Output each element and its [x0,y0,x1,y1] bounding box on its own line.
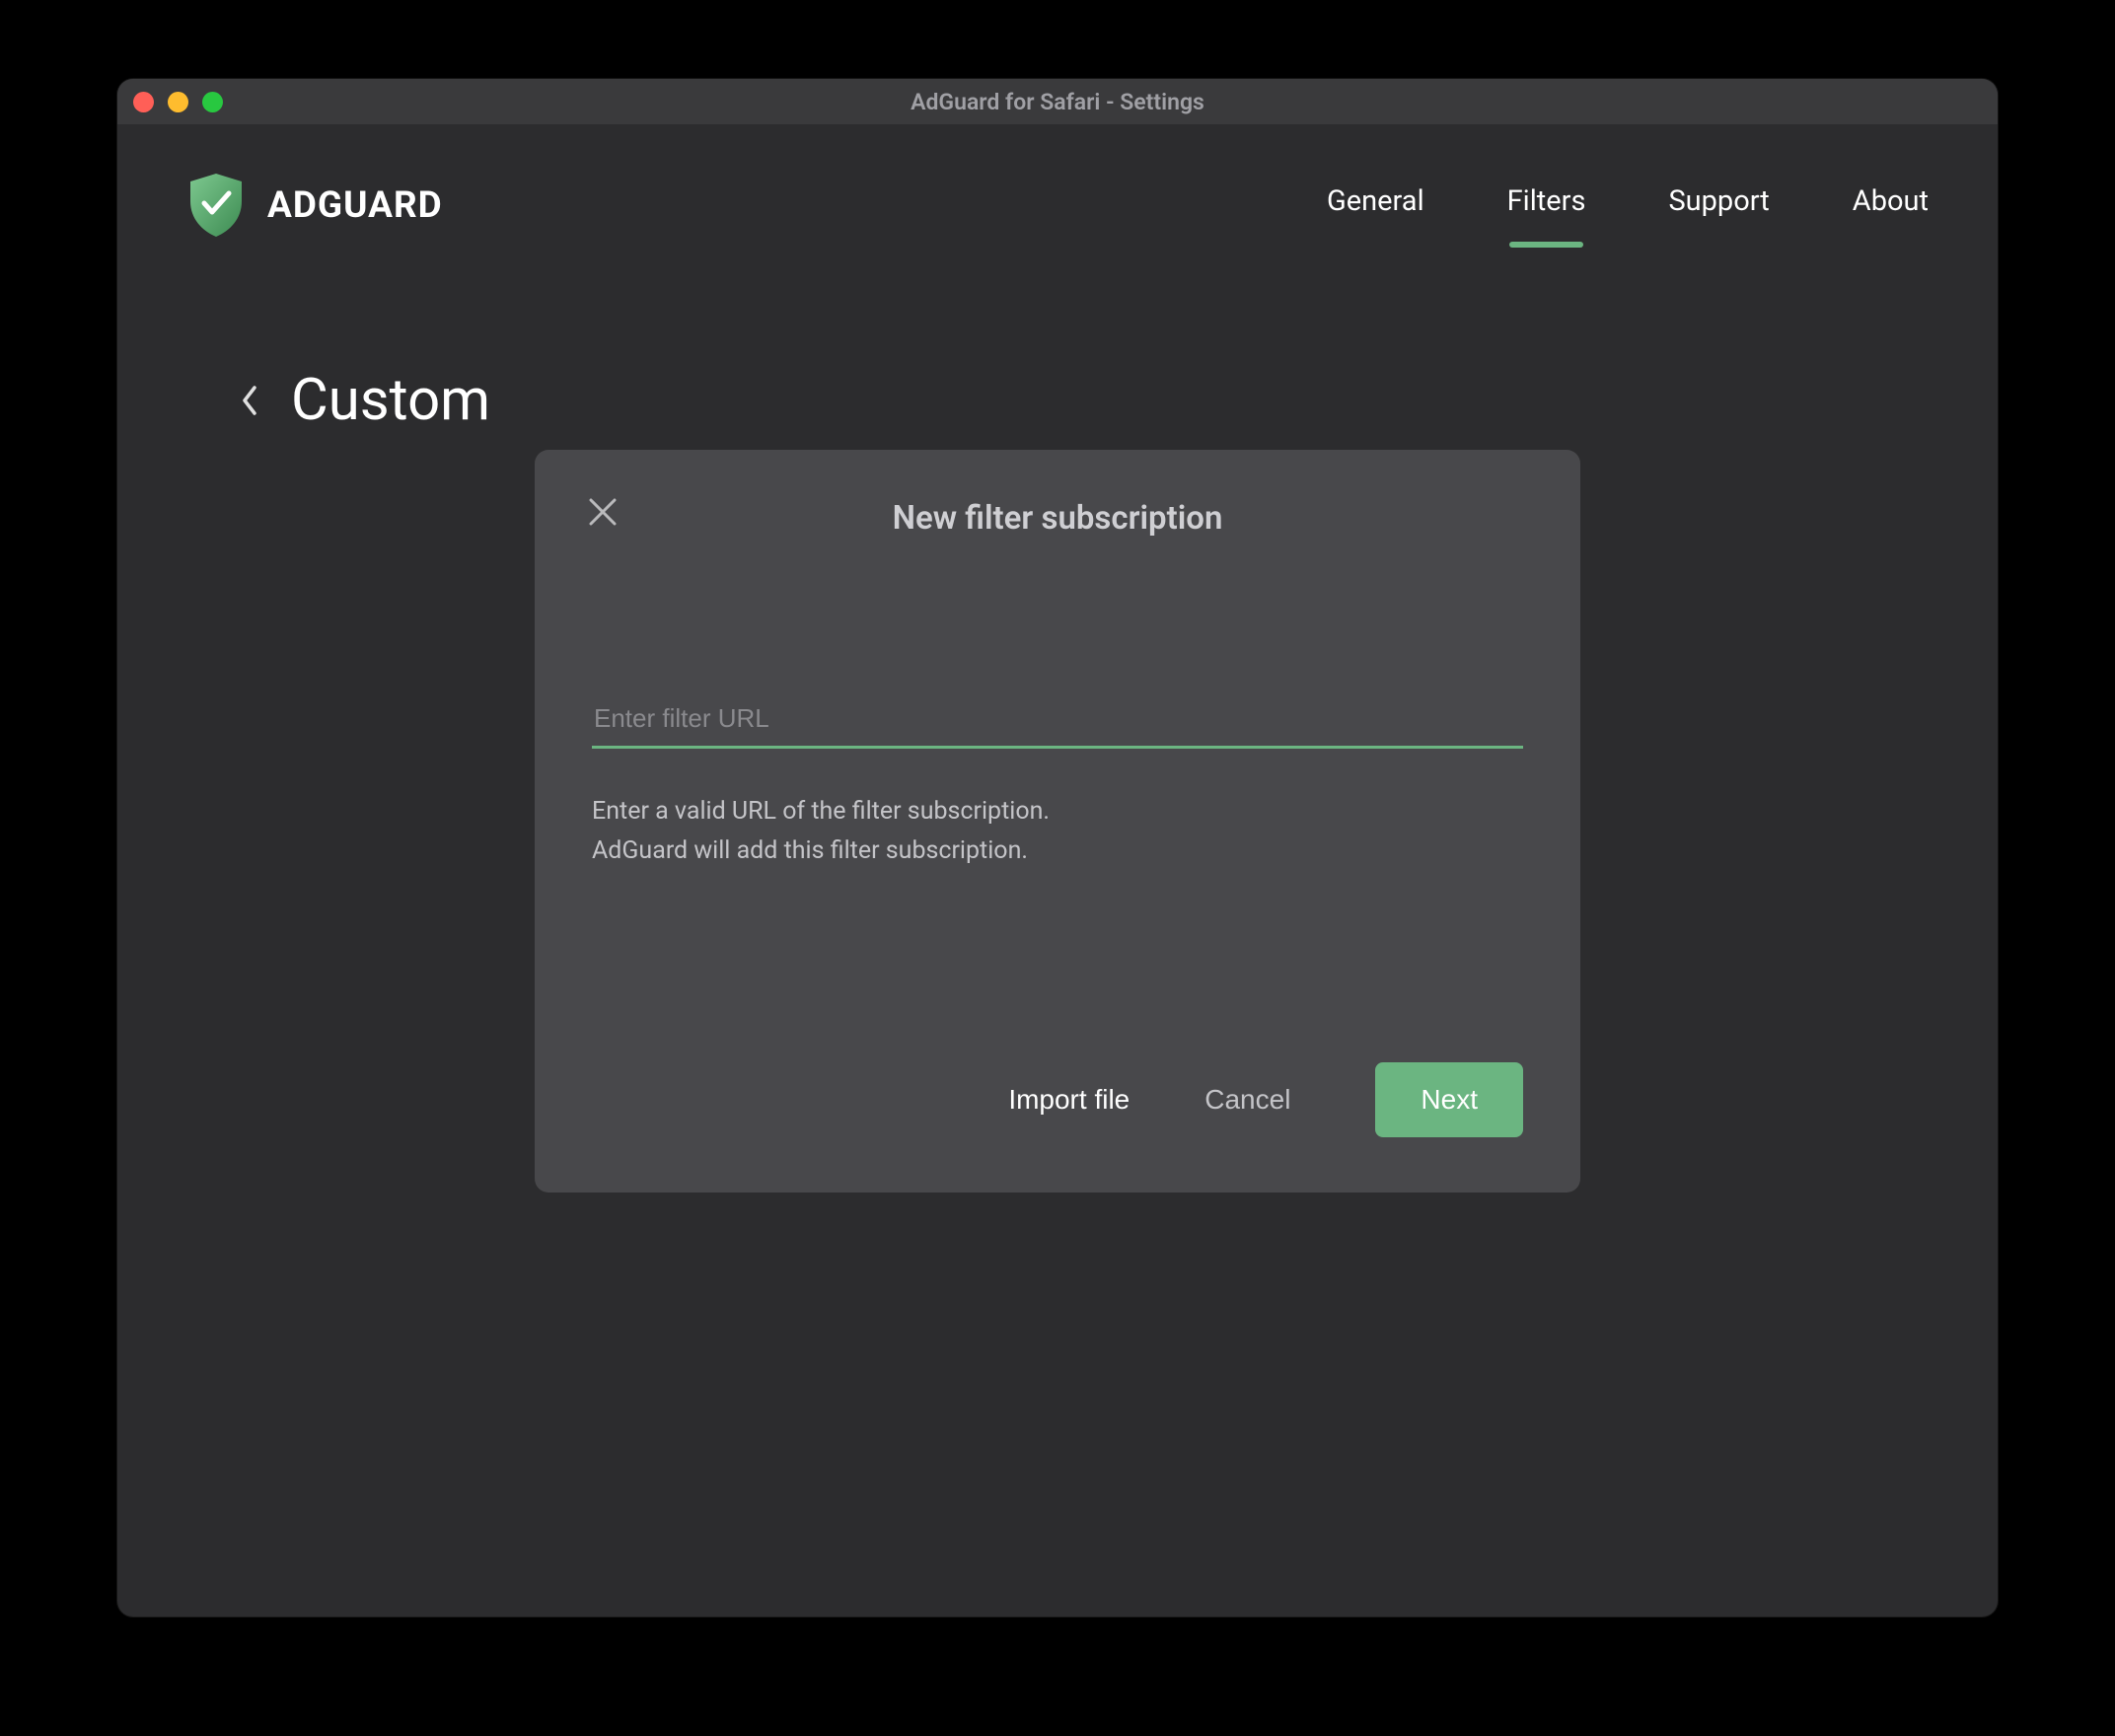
modal-title: New filter subscription [592,499,1523,538]
nav-support[interactable]: Support [1668,184,1769,226]
chevron-left-icon [240,385,259,416]
modal-help-text: Enter a valid URL of the filter subscrip… [592,792,1523,871]
app-header: ADGUARD General Filters Support About [117,124,1998,239]
nav-filters[interactable]: Filters [1507,184,1586,226]
cancel-button[interactable]: Cancel [1204,1084,1290,1116]
logo-area: ADGUARD [186,172,443,239]
titlebar: AdGuard for Safari - Settings [117,79,1998,124]
logo-text: ADGUARD [267,184,443,227]
adguard-shield-icon [186,172,246,239]
input-area [592,693,1523,749]
help-line-2: AdGuard will add this filter subscriptio… [592,832,1523,871]
maximize-window-button[interactable] [202,92,223,112]
back-button[interactable] [240,385,259,416]
help-line-1: Enter a valid URL of the filter subscrip… [592,792,1523,832]
close-window-button[interactable] [133,92,154,112]
page-header: Custom [117,239,1998,434]
nav-general[interactable]: General [1327,184,1424,226]
window-controls [133,92,223,112]
modal-close-button[interactable] [588,497,618,531]
window-title: AdGuard for Safari - Settings [911,89,1204,115]
import-file-button[interactable]: Import file [1008,1084,1130,1116]
filter-url-input[interactable] [592,693,1523,749]
main-nav: General Filters Support About [1327,184,1929,226]
nav-about[interactable]: About [1853,184,1929,226]
page-title: Custom [291,367,490,434]
app-window: AdGuard for Safari - Settings ADGUARD [117,79,1998,1617]
next-button[interactable]: Next [1375,1062,1523,1137]
close-icon [588,497,618,527]
modal-button-row: Import file Cancel Next [592,1062,1523,1137]
new-filter-modal: New filter subscription Enter a valid UR… [535,450,1580,1193]
minimize-window-button[interactable] [168,92,188,112]
